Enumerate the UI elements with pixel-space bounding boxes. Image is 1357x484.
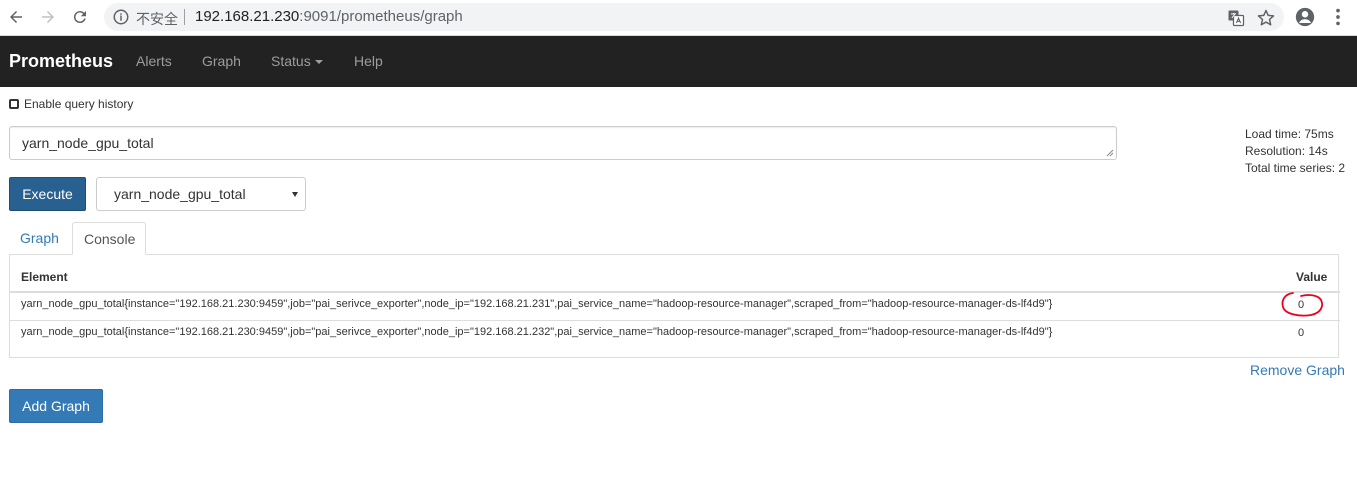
metric-select[interactable]: yarn_node_gpu_total (96, 177, 306, 211)
translate-icon[interactable] (1226, 8, 1246, 28)
arrow-left-icon (10, 11, 22, 23)
more-vertical-icon[interactable] (1327, 6, 1349, 28)
query-history-label: Enable query history (24, 97, 134, 111)
expression-input[interactable]: yarn_node_gpu_total (9, 126, 1117, 160)
expression-text: yarn_node_gpu_total (22, 135, 154, 151)
url-text[interactable]: 192.168.21.230:9091/prometheus/graph (195, 8, 463, 25)
table-row-value: 0 (1298, 327, 1305, 339)
tab-graph[interactable]: Graph (9, 222, 70, 255)
bookmark-star-icon[interactable] (1256, 8, 1276, 28)
forward-button[interactable] (36, 5, 60, 29)
total-time-series: Total time series: 2 (1245, 161, 1346, 175)
profile-avatar-icon[interactable] (1294, 6, 1316, 28)
query-stats: Load time: 75ms Resolution: 14s Total ti… (1245, 126, 1345, 177)
address-separator (184, 9, 185, 25)
arrow-right-icon (42, 11, 54, 23)
caret-down-icon (314, 60, 323, 65)
column-header-element: Element (21, 270, 68, 284)
insecure-label: 不安全 (136, 12, 178, 28)
annotation-circle-mark (1281, 292, 1324, 317)
header-divider (10, 291, 1340, 293)
add-graph-button[interactable]: Add Graph (9, 389, 103, 423)
table-row-element: yarn_node_gpu_total{instance="192.168.21… (21, 326, 1053, 338)
nav-link-status-label: Status (271, 53, 311, 69)
url-path: :9091/prometheus/graph (299, 8, 463, 25)
tab-console[interactable]: Console (72, 222, 146, 255)
load-time: Load time: 75ms (1245, 127, 1334, 141)
results-table: Element Value yarn_node_gpu_total{instan… (9, 255, 1340, 358)
remove-graph-link[interactable]: Remove Graph (1250, 362, 1345, 378)
column-header-value: Value (1296, 270, 1328, 284)
query-history-checkbox[interactable] (9, 99, 19, 109)
url-host: 192.168.21.230 (195, 8, 300, 25)
row-divider (10, 320, 1340, 321)
brand-link[interactable]: Prometheus (9, 51, 113, 72)
nav-link-status[interactable]: Status (271, 53, 323, 69)
reload-button[interactable] (68, 5, 92, 29)
table-row-element: yarn_node_gpu_total{instance="192.168.21… (21, 298, 1053, 310)
nav-link-alerts[interactable]: Alerts (136, 53, 172, 69)
resize-grip-icon[interactable] (1106, 149, 1114, 157)
nav-link-graph[interactable]: Graph (202, 53, 241, 69)
nav-link-help[interactable]: Help (354, 53, 383, 69)
reload-icon (73, 11, 86, 24)
resolution: Resolution: 14s (1245, 144, 1328, 158)
info-icon (113, 9, 129, 25)
query-history-toggle[interactable]: Enable query history (9, 97, 133, 111)
address-bar[interactable]: 不安全 192.168.21.230:9091/prometheus/graph (104, 3, 1284, 31)
back-button[interactable] (4, 5, 28, 29)
top-navbar: Prometheus Alerts Graph Status Help (0, 36, 1357, 87)
metric-select-value: yarn_node_gpu_total (114, 186, 246, 202)
browser-toolbar: 不安全 192.168.21.230:9091/prometheus/graph (0, 0, 1357, 36)
chevron-down-icon (292, 192, 298, 197)
execute-button[interactable]: Execute (9, 177, 86, 211)
